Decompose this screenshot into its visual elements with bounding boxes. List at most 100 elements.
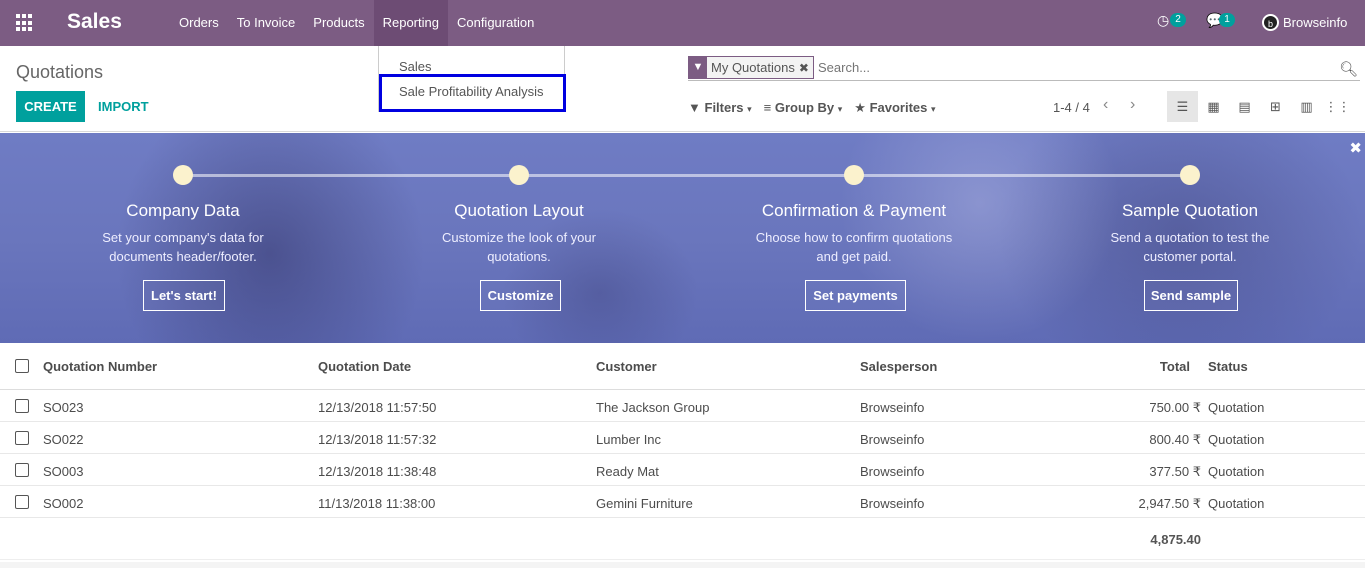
cell-status: Quotation <box>1208 400 1265 415</box>
menu-to-invoice[interactable]: To Invoice <box>228 0 305 46</box>
remove-facet-icon[interactable]: ✖ <box>799 61 813 75</box>
step-dot <box>509 165 529 185</box>
cell-date: 12/13/2018 11:57:32 <box>318 432 437 447</box>
set-payments-button[interactable]: Set payments <box>805 280 906 311</box>
user-menu[interactable]: Browseinfo <box>1283 15 1347 30</box>
send-sample-button[interactable]: Send sample <box>1144 280 1238 311</box>
cell-total: 377.50 ₹ <box>1149 464 1201 479</box>
step-title: Confirmation & Payment <box>761 201 947 220</box>
cell-status: Quotation <box>1208 464 1265 479</box>
cell-salesperson: Browseinfo <box>860 400 925 415</box>
row-checkbox[interactable] <box>15 495 29 509</box>
step-description: Choose how to confirm quotations <box>755 230 953 245</box>
pager-value[interactable]: 1-4 / 4 <box>1053 100 1090 115</box>
cell-number: SO023 <box>43 400 84 415</box>
facet-label: My Quotations <box>711 60 795 75</box>
menu-configuration[interactable]: Configuration <box>448 0 543 46</box>
table-header: Quotation Number Quotation Date Customer… <box>0 343 1365 390</box>
caret-down-icon: ▾ <box>747 104 752 114</box>
app-brand: Sales <box>67 10 122 33</box>
groupby-dropdown[interactable]: ≡ Group By ▾ <box>764 100 843 116</box>
cell-customer: Lumber Inc <box>596 432 662 447</box>
cell-date: 11/13/2018 11:38:00 <box>318 496 436 511</box>
menu-orders[interactable]: Orders <box>170 0 228 46</box>
cell-salesperson: Browseinfo <box>860 496 925 511</box>
table-footer: 4,875.40 <box>0 518 1365 560</box>
filters-label: Filters <box>704 100 744 115</box>
caret-down-icon: ▾ <box>837 104 843 114</box>
activity-view-icon[interactable]: ⋮⋮ <box>1322 91 1353 122</box>
table-row[interactable]: SO003 12/13/2018 11:38:48 Ready Mat Brow… <box>0 454 1365 486</box>
grand-total: 4,875.40 <box>1150 532 1201 547</box>
table-row[interactable]: SO022 12/13/2018 11:57:32 Lumber Inc Bro… <box>0 422 1365 454</box>
select-all-checkbox[interactable] <box>15 359 29 373</box>
table-row[interactable]: SO023 12/13/2018 11:57:50 The Jackson Gr… <box>0 390 1365 422</box>
cell-date: 12/13/2018 11:57:50 <box>318 400 437 415</box>
cell-status: Quotation <box>1208 432 1265 447</box>
table-row[interactable]: SO002 11/13/2018 11:38:00 Gemini Furnitu… <box>0 486 1365 518</box>
favorites-dropdown[interactable]: ★ Favorites ▾ <box>854 100 935 116</box>
column-header-customer[interactable]: Customer <box>596 359 657 374</box>
top-navbar: Sales Orders To Invoice Products Reporti… <box>0 0 1365 46</box>
step-description: customer portal. <box>1143 249 1237 264</box>
caret-down-icon: ▾ <box>931 104 936 114</box>
filter-icon: ▼ <box>689 56 707 79</box>
customize-button[interactable]: Customize <box>480 280 561 311</box>
menu-products[interactable]: Products <box>304 0 373 46</box>
cell-status: Quotation <box>1208 496 1265 511</box>
search-icon[interactable]: 🔍︎ <box>1339 60 1358 78</box>
dropdown-item-sale-profitability-analysis[interactable]: Sale Profitability Analysis <box>399 84 544 99</box>
import-button[interactable]: IMPORT <box>98 99 149 114</box>
main-menu: Orders To Invoice Products Reporting Con… <box>170 0 543 46</box>
view-switcher: ☰ ▦ ▤ ⊞ ▥ ⋮⋮ <box>1167 91 1353 122</box>
onboarding-banner: Company Data Set your company's data for… <box>0 133 1365 343</box>
dropdown-item-sales[interactable]: Sales <box>399 59 432 74</box>
cell-salesperson: Browseinfo <box>860 464 925 479</box>
graph-view-icon[interactable]: ▥ <box>1291 91 1322 122</box>
column-header-date[interactable]: Quotation Date <box>318 359 411 374</box>
cell-customer: Ready Mat <box>596 464 659 479</box>
step-dot <box>173 165 193 185</box>
cell-total: 2,947.50 ₹ <box>1138 496 1202 511</box>
cell-number: SO002 <box>43 496 84 511</box>
kanban-view-icon[interactable]: ▦ <box>1198 91 1229 122</box>
control-panel: Quotations CREATE IMPORT ▼ My Quotations… <box>0 46 1365 132</box>
step-title: Sample Quotation <box>1121 201 1259 220</box>
search-input[interactable] <box>818 60 1218 75</box>
menu-reporting[interactable]: Reporting <box>373 0 448 46</box>
calendar-view-icon[interactable]: ▤ <box>1229 91 1260 122</box>
filter-icon: ▼ <box>688 100 701 115</box>
column-header-number[interactable]: Quotation Number <box>43 359 157 374</box>
star-icon: ★ <box>854 100 866 115</box>
groupby-label: Group By <box>774 100 835 115</box>
close-banner-icon[interactable]: ✖ <box>1349 139 1362 157</box>
column-header-total[interactable]: Total <box>1100 359 1190 374</box>
pager-next-icon[interactable]: › <box>1130 96 1135 114</box>
column-header-salesperson[interactable]: Salesperson <box>860 359 937 374</box>
row-checkbox[interactable] <box>15 431 29 445</box>
row-checkbox[interactable] <box>15 399 29 413</box>
activity-clock-icon[interactable]: ◷ <box>1157 12 1169 29</box>
row-checkbox[interactable] <box>15 463 29 477</box>
create-button[interactable]: CREATE <box>16 91 85 122</box>
step-description: Send a quotation to test the <box>1110 230 1270 245</box>
step-title: Company Data <box>126 201 240 220</box>
quotations-table: Quotation Number Quotation Date Customer… <box>0 343 1365 560</box>
list-view-icon[interactable]: ☰ <box>1167 91 1198 122</box>
cell-customer: Gemini Furniture <box>596 496 693 511</box>
user-avatar[interactable]: b <box>1262 14 1279 31</box>
progress-track <box>183 174 1191 177</box>
lets-start-button[interactable]: Let's start! <box>143 280 225 311</box>
filters-dropdown[interactable]: ▼ Filters ▾ <box>688 100 752 116</box>
apps-menu-icon[interactable] <box>16 14 34 32</box>
cell-total: 800.40 ₹ <box>1149 432 1201 447</box>
search-options: ▼ Filters ▾ ≡ Group By ▾ ★ Favorites ▾ <box>688 100 936 116</box>
activity-count-badge: 2 <box>1170 13 1186 27</box>
column-header-status[interactable]: Status <box>1208 359 1248 374</box>
pivot-view-icon[interactable]: ⊞ <box>1260 91 1291 122</box>
list-icon: ≡ <box>763 100 772 115</box>
cell-number: SO022 <box>43 432 84 447</box>
pager-previous-icon[interactable]: ‹ <box>1103 96 1108 114</box>
cell-total: 750.00 ₹ <box>1149 400 1201 415</box>
cell-customer: The Jackson Group <box>596 400 710 415</box>
